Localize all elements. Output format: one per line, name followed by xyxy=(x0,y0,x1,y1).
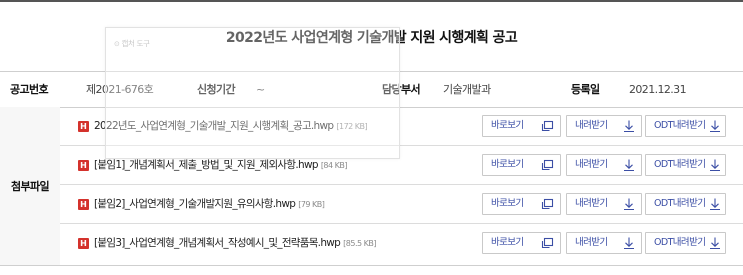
file-row: H [붙임2]_사업연계형_기술개발지원_유의사항.hwp [79 KB] 바로보… xyxy=(60,185,743,224)
file-size: [79 KB] xyxy=(298,200,325,209)
window-icon xyxy=(541,237,554,249)
view-button[interactable]: 바로보기 xyxy=(482,115,561,137)
download-button-label: 내려받기 xyxy=(575,198,608,209)
odt-button-label: ODT내려받기 xyxy=(654,159,706,170)
download-arrow-icon xyxy=(710,198,720,211)
download-button[interactable]: 내려받기 xyxy=(566,154,642,176)
odt-download-button[interactable]: ODT내려받기 xyxy=(645,115,726,137)
view-button-label: 바로보기 xyxy=(491,159,524,170)
window-icon xyxy=(541,198,554,210)
view-button-label: 바로보기 xyxy=(491,237,524,248)
download-button[interactable]: 내려받기 xyxy=(566,193,642,215)
file-size: [84 KB] xyxy=(320,161,348,170)
file-name[interactable]: [붙임3]_사업연계형_개념계획서_작성예시_및_전략품목.hwp xyxy=(94,237,341,249)
download-button-label: 내려받기 xyxy=(575,159,608,170)
file-size: [85.5 KB] xyxy=(343,239,376,248)
odt-button-label: ODT내려받기 xyxy=(654,198,706,209)
capture-overlay[interactable]: ⊙ 캡처 도구 xyxy=(105,27,400,159)
department-value: 기술개발과 xyxy=(443,83,491,96)
file-link[interactable]: [붙임2]_사업연계형_기술개발지원_유의사항.hwp [79 KB] xyxy=(94,185,325,224)
odt-download-button[interactable]: ODT내려받기 xyxy=(645,154,726,176)
file-name[interactable]: [붙임2]_사업연계형_기술개발지원_유의사항.hwp xyxy=(94,198,296,210)
file-name[interactable]: [붙임1]_개념계획서_제출_방법_및_지원_제외사항.hwp xyxy=(94,159,319,171)
download-arrow-icon xyxy=(624,120,634,133)
view-button[interactable]: 바로보기 xyxy=(482,154,561,176)
attachments-label: 첨부파일 xyxy=(0,107,60,265)
hwp-file-icon: H xyxy=(78,199,89,210)
date-value: 2021.12.31 xyxy=(629,83,687,96)
download-button-label: 내려받기 xyxy=(575,237,608,248)
hwp-file-icon: H xyxy=(78,121,89,132)
capture-icon: ⊙ xyxy=(114,40,120,48)
file-link[interactable]: [붙임3]_사업연계형_개념계획서_작성예시_및_전략품목.hwp [85.5 K… xyxy=(94,224,376,263)
window-icon xyxy=(541,120,554,132)
download-button[interactable]: 내려받기 xyxy=(566,232,642,254)
capture-overlay-label: ⊙ 캡처 도구 xyxy=(114,38,150,49)
view-button-label: 바로보기 xyxy=(491,198,524,209)
odt-download-button[interactable]: ODT내려받기 xyxy=(645,193,726,215)
odt-button-label: ODT내려받기 xyxy=(654,237,706,248)
capture-overlay-text: 캡처 도구 xyxy=(121,39,150,48)
hwp-file-icon: H xyxy=(78,160,89,171)
download-arrow-icon xyxy=(710,159,720,172)
hwp-file-icon: H xyxy=(78,238,89,249)
download-button-label: 내려받기 xyxy=(575,120,608,131)
number-label: 공고번호 xyxy=(10,83,49,96)
window-icon xyxy=(541,159,554,171)
download-arrow-icon xyxy=(624,159,634,172)
view-button[interactable]: 바로보기 xyxy=(482,232,561,254)
download-arrow-icon xyxy=(624,198,634,211)
view-button[interactable]: 바로보기 xyxy=(482,193,561,215)
view-button-label: 바로보기 xyxy=(491,120,524,131)
download-arrow-icon xyxy=(624,237,634,250)
download-button[interactable]: 내려받기 xyxy=(566,115,642,137)
odt-download-button[interactable]: ODT내려받기 xyxy=(645,232,726,254)
date-label: 등록일 xyxy=(571,83,600,96)
download-arrow-icon xyxy=(710,120,720,133)
download-arrow-icon xyxy=(710,237,720,250)
file-row: H [붙임3]_사업연계형_개념계획서_작성예시_및_전략품목.hwp [85.5… xyxy=(60,224,743,265)
odt-button-label: ODT내려받기 xyxy=(654,120,706,131)
